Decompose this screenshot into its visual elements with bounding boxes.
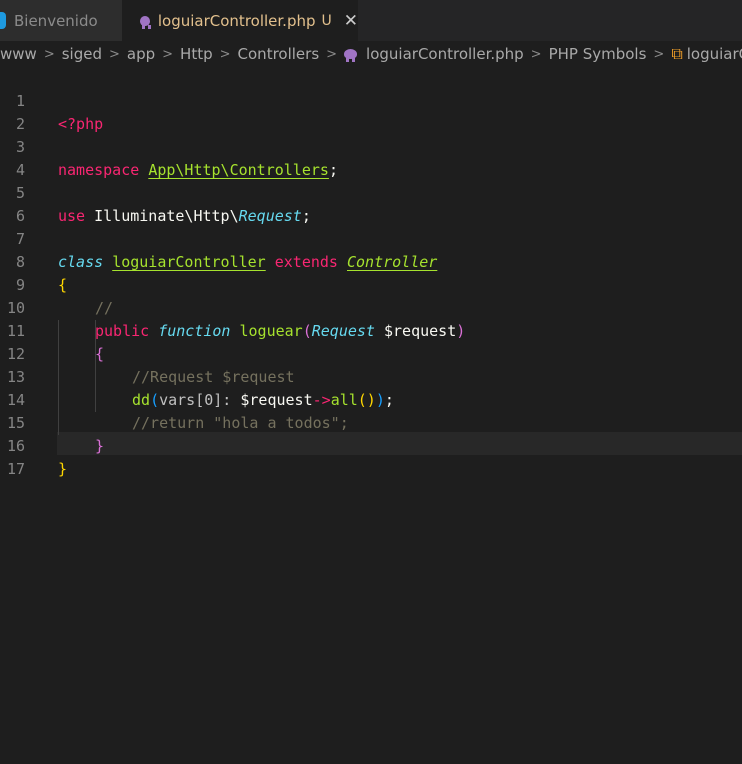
breadcrumb-item-file[interactable]: loguiarController.php <box>344 45 524 63</box>
breadcrumb: www > siged > app > Http > Controllers >… <box>0 41 742 67</box>
code-editor[interactable]: 1 <?php 2 3 namespace App\Http\Controlle… <box>0 67 742 764</box>
chevron-right-icon: > <box>219 46 231 62</box>
code-line: 12 //Request $request <box>0 320 742 386</box>
chevron-right-icon: > <box>108 46 120 62</box>
close-icon[interactable]: ✕ <box>344 11 358 31</box>
chevron-right-icon: > <box>162 46 174 62</box>
breadcrumb-item[interactable]: app <box>127 45 155 63</box>
code-line: 1 <?php <box>0 67 742 133</box>
tab-loguiar-controller[interactable]: loguiarController.php U ✕ <box>122 0 358 41</box>
bracket: } <box>58 460 68 478</box>
code-line: 8 { <box>0 228 742 294</box>
code-line: 11 { <box>0 297 742 363</box>
breadcrumb-item-symbol[interactable]: ⧉ loguiarController <box>671 44 742 64</box>
code-line: 14 //return "hola a todos"; <box>0 366 742 432</box>
tab-bienvenido[interactable]: Bienvenido <box>0 0 122 41</box>
code-line: 7 class loguiarController extends Contro… <box>0 205 742 271</box>
tab-label: Bienvenido <box>14 11 98 30</box>
code-line: 5 use Illuminate\Http\Request; <box>0 159 742 225</box>
breadcrumb-label: loguiarController.php <box>366 45 524 63</box>
code-line: 15 } <box>0 389 742 455</box>
code-line: 3 namespace App\Http\Controllers; <box>0 113 742 179</box>
breadcrumb-item[interactable]: Controllers <box>238 45 320 63</box>
code-line: 4 <box>0 136 742 179</box>
php-elephant-icon <box>140 15 150 29</box>
code-line: 9 // <box>0 251 742 317</box>
tab-label: loguiarController.php <box>157 11 316 30</box>
php-elephant-icon <box>344 49 358 62</box>
breadcrumb-item[interactable]: siged <box>62 45 102 63</box>
code-line: 6 <box>0 182 742 225</box>
chevron-right-icon: > <box>530 46 542 62</box>
breadcrumb-item[interactable]: Http <box>180 45 213 63</box>
chevron-right-icon: > <box>326 46 338 62</box>
breadcrumb-item[interactable]: PHP Symbols <box>549 45 647 63</box>
chevron-right-icon: > <box>43 46 55 62</box>
code-line: 2 <box>0 90 742 133</box>
untracked-status-badge: U <box>321 12 332 29</box>
tab-bar: Bienvenido loguiarController.php U ✕ <box>0 0 742 41</box>
code-line: 10 public function loguear(Request $requ… <box>0 274 742 340</box>
code-line: 13 dd(vars[0]: $request->all()); <box>0 343 742 409</box>
code-line: 17 <box>0 435 742 478</box>
symbol-class-icon: ⧉ <box>671 44 683 63</box>
line-number: 17 <box>6 460 25 478</box>
chevron-right-icon: > <box>653 46 665 62</box>
vscode-icon <box>0 12 6 29</box>
breadcrumb-label: loguiarController <box>686 45 742 63</box>
breadcrumb-item[interactable]: www <box>0 45 37 63</box>
code-line: 16 } <box>0 412 742 478</box>
